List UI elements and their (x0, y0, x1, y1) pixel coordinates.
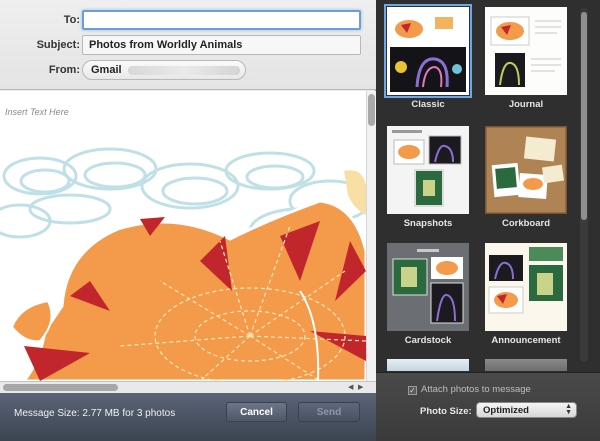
vertical-scroll-thumb[interactable] (368, 94, 375, 126)
mail-photo-window: To: Subject: Photos from Worldly Animals… (0, 0, 600, 441)
template-partial-thumbnail[interactable] (387, 359, 469, 371)
compose-footer: Message Size: 2.77 MB for 3 photos Cance… (0, 393, 376, 441)
template-scroll-thumb[interactable] (581, 12, 587, 220)
scroll-right-arrow-icon[interactable]: ▶ (358, 383, 363, 391)
template-cardstock[interactable]: Cardstock (387, 243, 469, 346)
scroll-left-arrow-icon[interactable]: ◀ (348, 383, 353, 391)
from-label: From: (48, 64, 80, 76)
template-label: Announcement (491, 335, 561, 346)
body-vertical-scrollbar[interactable] (366, 91, 376, 381)
template-label: Cardstock (404, 335, 452, 346)
template-next-row-left[interactable] (387, 359, 469, 371)
mail-headers: To: Subject: Photos from Worldly Animals… (0, 0, 376, 90)
message-size-text: Message Size: 2.77 MB for 3 photos (14, 408, 176, 419)
to-field[interactable] (82, 10, 361, 30)
template-label: Journal (508, 99, 544, 110)
template-journal[interactable]: Journal (485, 7, 567, 110)
template-scrollbar[interactable] (580, 8, 588, 362)
subject-label: Subject: (36, 39, 80, 51)
send-button[interactable]: Send (298, 402, 360, 422)
template-cardstock-thumbnail[interactable] (387, 243, 469, 331)
from-account-select[interactable]: Gmail (82, 60, 246, 80)
attach-checkbox[interactable]: ✓ (408, 386, 417, 395)
horizontal-scroll-thumb[interactable] (3, 384, 118, 391)
body-placeholder: Insert Text Here (5, 107, 69, 117)
template-partial-thumbnail[interactable] (485, 359, 567, 371)
template-classic-thumbnail[interactable] (384, 4, 472, 98)
template-label: Snapshots (403, 218, 453, 229)
subject-field[interactable]: Photos from Worldly Animals (82, 35, 361, 55)
template-corkboard[interactable]: Corkboard (485, 126, 567, 229)
attach-photos-option[interactable]: ✓ Attach photos to message (408, 384, 531, 395)
message-body[interactable]: Insert Text Here (0, 91, 366, 381)
compose-pane: To: Subject: Photos from Worldly Animals… (0, 0, 376, 441)
template-announcement[interactable]: Announcement (485, 243, 567, 346)
template-label: Corkboard (501, 218, 551, 229)
template-announcement-thumbnail[interactable] (485, 243, 567, 331)
photo-options: ✓ Attach photos to message Photo Size: Op… (376, 372, 600, 441)
template-snapshots-thumbnail[interactable] (387, 126, 469, 214)
tiger-photo (0, 147, 366, 381)
attach-label: Attach photos to message (421, 384, 531, 395)
photo-size-label: Photo Size: (420, 406, 472, 417)
template-next-row-right[interactable] (485, 359, 567, 371)
template-classic[interactable]: Classic (384, 4, 472, 110)
redacted-address (127, 65, 240, 75)
from-value: Gmail (91, 64, 122, 76)
cancel-button[interactable]: Cancel (226, 402, 287, 422)
template-journal-thumbnail[interactable] (485, 7, 567, 95)
subject-value: Photos from Worldly Animals (89, 39, 243, 51)
template-label: Classic (411, 99, 445, 110)
body-horizontal-scrollbar[interactable]: ◀ ▶ (0, 381, 376, 393)
to-label: To: (63, 14, 80, 26)
photo-size-select[interactable]: Optimized ▲ ▼ (476, 402, 577, 418)
template-snapshots[interactable]: Snapshots (387, 126, 469, 229)
template-corkboard-thumbnail[interactable] (485, 126, 567, 214)
updown-arrows-icon: ▲ ▼ (565, 403, 572, 416)
photo-size-value: Optimized (483, 405, 529, 416)
